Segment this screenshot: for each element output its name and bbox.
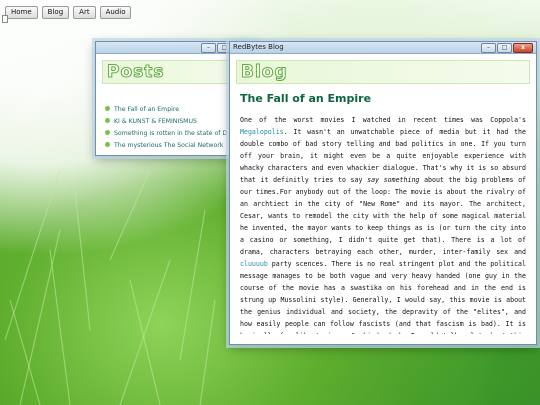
post-text: One of the worst movies I watched in rec… [240,116,526,124]
post-text: party scences. There is no real stringen… [240,260,526,334]
blog-window[interactable]: RedBytes Blog – □ x Blog The Fall of an … [229,41,537,345]
close-icon[interactable]: x [513,43,533,53]
post-body: One of the worst movies I watched in rec… [240,114,526,334]
post-text: about the big problems of our times.For … [240,176,526,256]
nav-audio-button[interactable]: Audio [99,6,132,19]
bullet-icon [105,118,110,123]
nav-extra-icon [2,15,8,23]
blog-window-title: RedBytes Blog [233,43,284,51]
minimize-icon[interactable]: – [201,43,216,53]
nav-art-button[interactable]: Art [73,6,96,19]
blog-window-titlebar[interactable]: RedBytes Blog – □ x [230,42,536,54]
bullet-icon [105,130,110,135]
nav-blog-button[interactable]: Blog [41,6,70,19]
blog-window-controls: – □ x [481,43,533,53]
megalopolis-link[interactable]: Megalopolis [240,128,284,136]
cluuuub-link[interactable]: cluuuub [240,260,268,268]
post-title: The Fall of an Empire [240,92,372,105]
blog-heading: Blog [236,60,530,84]
maximize-icon[interactable]: □ [497,43,512,53]
post-emphasis: say something [367,176,420,184]
minimize-icon[interactable]: – [481,43,496,53]
post-link-label: The Fall of an Empire [114,106,180,113]
bullet-icon [105,142,110,147]
nav-home-button[interactable]: Home [5,6,38,19]
posts-heading: Posts [102,60,250,84]
post-link-label: Something is rotten in the state of D [114,130,228,137]
post-link-label: The mysterious The Social Network [114,142,224,149]
bullet-icon [105,106,110,111]
post-link-label: KI & KUNST & FEMINISMUS [114,118,197,125]
top-nav: Home Blog Art Audio [5,6,132,19]
